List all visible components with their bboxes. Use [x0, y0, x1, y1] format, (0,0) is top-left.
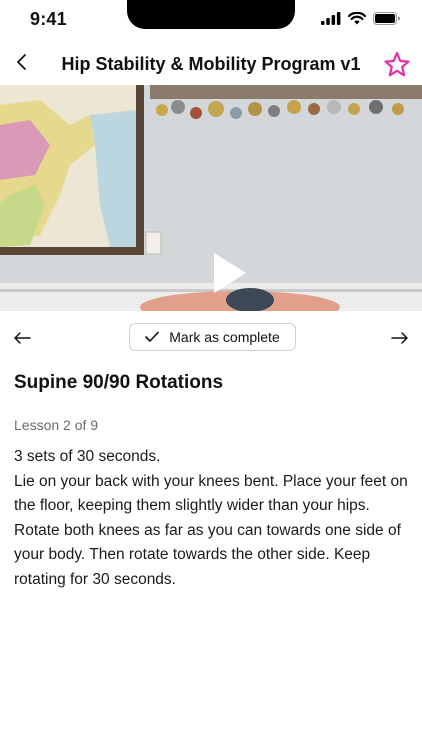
- mark-complete-button[interactable]: Mark as complete: [129, 323, 296, 351]
- status-time: 9:41: [30, 9, 67, 29]
- back-button[interactable]: [10, 50, 34, 74]
- nav-bar: Hip Stability & Mobility Program v1: [0, 44, 422, 86]
- lesson-title: Supine 90/90 Rotations: [14, 372, 224, 393]
- lesson-nav: Mark as complete: [0, 322, 422, 354]
- lesson-progress: Lesson 2 of 9: [14, 417, 99, 433]
- lesson-description: 3 sets of 30 seconds. Lie on your back w…: [14, 445, 409, 592]
- signal-icon: [321, 12, 341, 25]
- arrow-left-icon: [14, 332, 31, 344]
- status-bar: 9:41: [0, 0, 422, 40]
- checkmark-icon: [145, 331, 160, 342]
- video-player[interactable]: [0, 85, 422, 311]
- lesson-sets: 3 sets of 30 seconds.: [14, 448, 161, 465]
- arrow-right-icon: [391, 332, 408, 344]
- chevron-left-icon: [17, 54, 26, 70]
- favorite-button[interactable]: [382, 50, 412, 80]
- device-notch: [127, 0, 295, 29]
- play-icon[interactable]: [208, 249, 250, 297]
- status-icons: [321, 12, 400, 25]
- battery-icon: [373, 12, 400, 25]
- mark-complete-label: Mark as complete: [169, 329, 280, 345]
- page-title: Hip Stability & Mobility Program v1: [61, 54, 361, 74]
- wifi-icon: [348, 12, 366, 25]
- star-icon: [384, 51, 410, 77]
- next-lesson-button[interactable]: [388, 326, 412, 350]
- previous-lesson-button[interactable]: [10, 326, 34, 350]
- lesson-instructions: Lie on your back with your knees bent. P…: [14, 472, 408, 588]
